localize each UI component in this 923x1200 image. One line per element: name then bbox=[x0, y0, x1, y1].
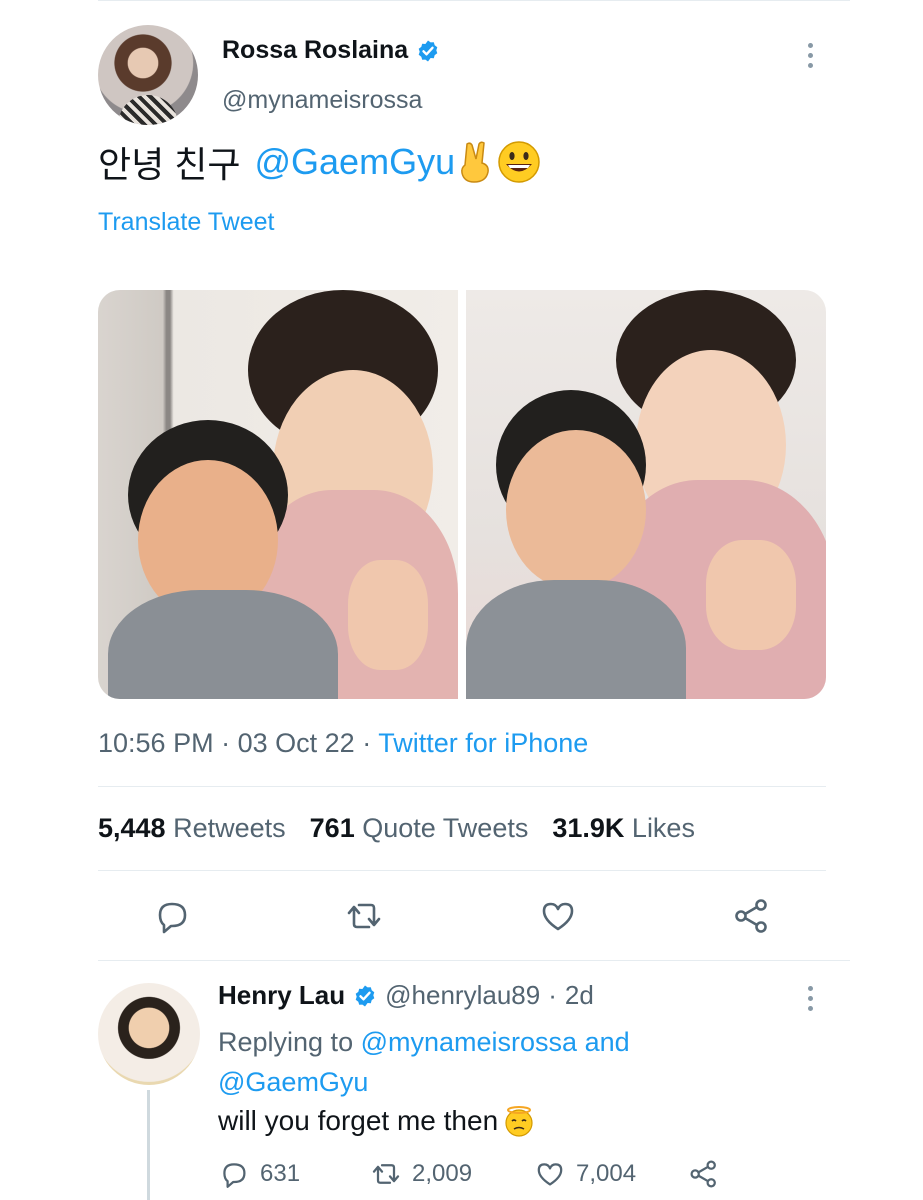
tweet-media-grid bbox=[98, 290, 826, 699]
reply-more-options-icon[interactable] bbox=[806, 986, 814, 1011]
reply-author-name[interactable]: Henry Lau bbox=[218, 980, 345, 1011]
verified-badge-icon bbox=[418, 40, 438, 61]
reply-author-handle[interactable]: @henrylau89 bbox=[385, 980, 540, 1011]
replying-prefix: Replying to bbox=[218, 1027, 354, 1057]
author-display-name[interactable]: Rossa Roslaina bbox=[222, 36, 408, 65]
translate-tweet-link[interactable]: Translate Tweet bbox=[98, 208, 274, 237]
share-icon[interactable] bbox=[732, 896, 772, 936]
reply-like-count: 7,004 bbox=[576, 1160, 637, 1187]
share-icon bbox=[690, 1160, 716, 1188]
tweet-mention-link[interactable]: @GaemGyu bbox=[254, 141, 455, 183]
retweets-label: Retweets bbox=[173, 813, 286, 843]
victory-hand-emoji-icon bbox=[461, 141, 489, 183]
divider bbox=[98, 960, 850, 961]
reply-age[interactable]: 2d bbox=[565, 980, 594, 1011]
reply-author-avatar[interactable] bbox=[98, 983, 200, 1085]
replying-mention-2[interactable]: @GaemGyu bbox=[218, 1067, 368, 1097]
tweet-photo-1[interactable] bbox=[98, 290, 458, 699]
divider bbox=[98, 870, 826, 871]
tweet-source-link[interactable]: Twitter for iPhone bbox=[378, 728, 588, 758]
like-icon bbox=[537, 1163, 563, 1186]
replying-to-line: Replying to @mynameisrossa and @GaemGyu bbox=[218, 1022, 778, 1102]
reply-header: Henry Lau @henrylau89 · 2d bbox=[218, 980, 594, 1011]
likes-label: Likes bbox=[631, 813, 695, 843]
like-icon[interactable] bbox=[538, 896, 578, 936]
reply-retweet-count: 2,009 bbox=[412, 1160, 473, 1187]
photo-1-jacket-left bbox=[108, 590, 338, 699]
likes-stat[interactable]: 31.9K Likes bbox=[552, 813, 695, 844]
photo-2-jacket-left bbox=[466, 580, 686, 699]
retweets-stat[interactable]: 5,448 Retweets bbox=[98, 813, 286, 844]
meta-separator: · bbox=[362, 728, 372, 758]
tweet-date[interactable]: 03 Oct 22 bbox=[238, 728, 355, 758]
retweet-icon[interactable] bbox=[344, 896, 384, 936]
reply-separator: · bbox=[548, 980, 557, 1010]
tweet-text: 안녕 친구 @GaemGyu bbox=[98, 136, 541, 188]
more-options-icon[interactable] bbox=[806, 43, 814, 68]
photo-1-hand bbox=[348, 560, 428, 670]
replying-mention-1[interactable]: @mynameisrossa bbox=[361, 1027, 577, 1057]
replying-and[interactable]: and bbox=[585, 1027, 630, 1057]
reply-action-bar: 631 2,009 7,004 bbox=[218, 1158, 738, 1194]
reply-icon[interactable] bbox=[152, 896, 192, 936]
reply-reply-button[interactable]: 631 bbox=[218, 1158, 300, 1190]
divider bbox=[98, 786, 826, 787]
author-name-row: Rossa Roslaina bbox=[222, 36, 440, 65]
halo-face-emoji-icon bbox=[505, 1106, 533, 1137]
reply-share-button[interactable] bbox=[688, 1158, 720, 1190]
author-avatar[interactable] bbox=[98, 25, 198, 125]
tweet-time[interactable]: 10:56 PM bbox=[98, 728, 214, 758]
retweet-icon bbox=[372, 1164, 400, 1184]
tweet-photo-2[interactable] bbox=[466, 290, 826, 699]
reply-retweet-button[interactable]: 2,009 bbox=[370, 1158, 472, 1190]
grinning-face-emoji-icon bbox=[498, 141, 540, 183]
quote-tweets-stat[interactable]: 761 Quote Tweets bbox=[310, 813, 529, 844]
quotes-count: 761 bbox=[309, 813, 355, 843]
photo-2-thumb bbox=[706, 540, 796, 650]
photo-2-face-left bbox=[506, 430, 646, 590]
tweet-timestamp: 10:56 PM · 03 Oct 22 · Twitter for iPhon… bbox=[98, 728, 588, 759]
reply-icon bbox=[223, 1163, 246, 1188]
reply-reply-count: 631 bbox=[260, 1160, 301, 1187]
retweets-count: 5,448 bbox=[98, 813, 166, 843]
author-handle[interactable]: @mynameisrossa bbox=[222, 86, 422, 115]
quotes-label: Quote Tweets bbox=[362, 813, 529, 843]
reply-like-button[interactable]: 7,004 bbox=[534, 1158, 636, 1190]
top-divider bbox=[98, 0, 850, 1]
likes-count: 31.9K bbox=[552, 813, 625, 843]
meta-separator: · bbox=[221, 728, 231, 758]
reply-text-content: will you forget me then bbox=[218, 1105, 499, 1136]
reply-text: will you forget me then bbox=[218, 1104, 536, 1138]
thread-connector-line bbox=[147, 1090, 150, 1200]
tweet-stats: 5,448 Retweets 761 Quote Tweets 31.9K Li… bbox=[98, 813, 695, 844]
tweet-text-korean: 안녕 친구 bbox=[98, 144, 241, 185]
verified-badge-icon bbox=[355, 985, 375, 1006]
